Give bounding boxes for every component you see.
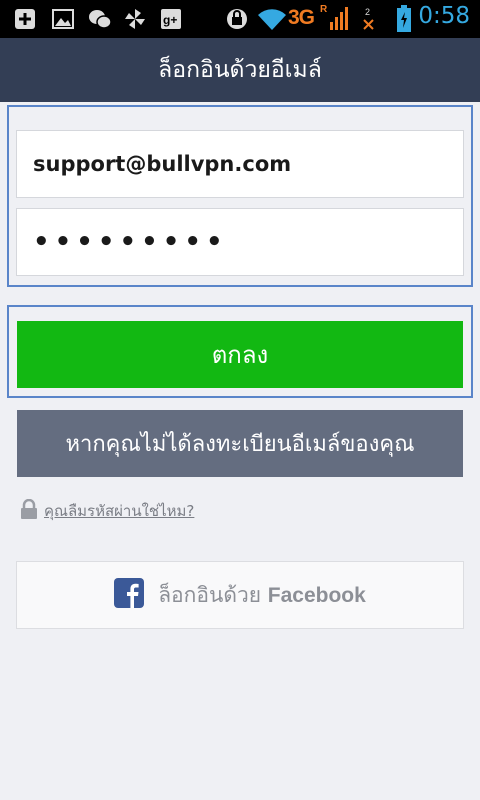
clock: 0:58: [418, 3, 470, 29]
network-type: 3G: [288, 6, 315, 29]
register-email-label: หากคุณไม่ได้ลงทะเบียนอีเมล์ของคุณ: [65, 432, 415, 457]
signal-icon: [330, 6, 348, 34]
password-field[interactable]: [16, 208, 464, 276]
facebook-login-label: ล็อกอินด้วย Facebook: [158, 579, 366, 612]
battery-icon: [396, 5, 412, 37]
facebook-icon: [114, 578, 145, 612]
svg-text:g+: g+: [163, 13, 177, 27]
status-bar: g+ 3G R 2 0:58: [0, 0, 480, 38]
email-input[interactable]: [33, 152, 463, 176]
wechat-icon: [88, 8, 112, 34]
lock-icon: [20, 498, 38, 523]
image-icon: [52, 8, 74, 34]
pinwheel-icon: [124, 8, 146, 34]
google-plus-icon: g+: [160, 8, 182, 34]
ok-button-label: ตกลง: [211, 341, 269, 369]
facebook-login-button[interactable]: ล็อกอินด้วย Facebook: [16, 561, 464, 629]
facebook-brand-label: Facebook: [267, 583, 366, 607]
plus-icon: [14, 8, 36, 34]
header: ล็อกอินด้วยอีเมล์: [0, 38, 480, 102]
wifi-icon: [256, 6, 288, 34]
svg-text:2: 2: [365, 7, 370, 17]
register-email-button[interactable]: หากคุณไม่ได้ลงทะเบียนอีเมล์ของคุณ: [17, 410, 463, 477]
page-title: ล็อกอินด้วยอีเมล์: [158, 57, 322, 83]
no-sim-icon: 2: [362, 6, 376, 36]
vpn-icon: [226, 8, 248, 34]
ok-button[interactable]: ตกลง: [17, 321, 463, 388]
email-field[interactable]: [16, 130, 464, 198]
password-input[interactable]: [33, 227, 463, 257]
forgot-password[interactable]: คุณลืมรหัสผ่านใช่ไหม?: [20, 498, 194, 524]
forgot-password-link[interactable]: คุณลืมรหัสผ่านใช่ไหม?: [44, 499, 194, 523]
roaming-indicator: R: [320, 4, 328, 15]
facebook-login-prefix: ล็อกอินด้วย: [158, 582, 262, 607]
